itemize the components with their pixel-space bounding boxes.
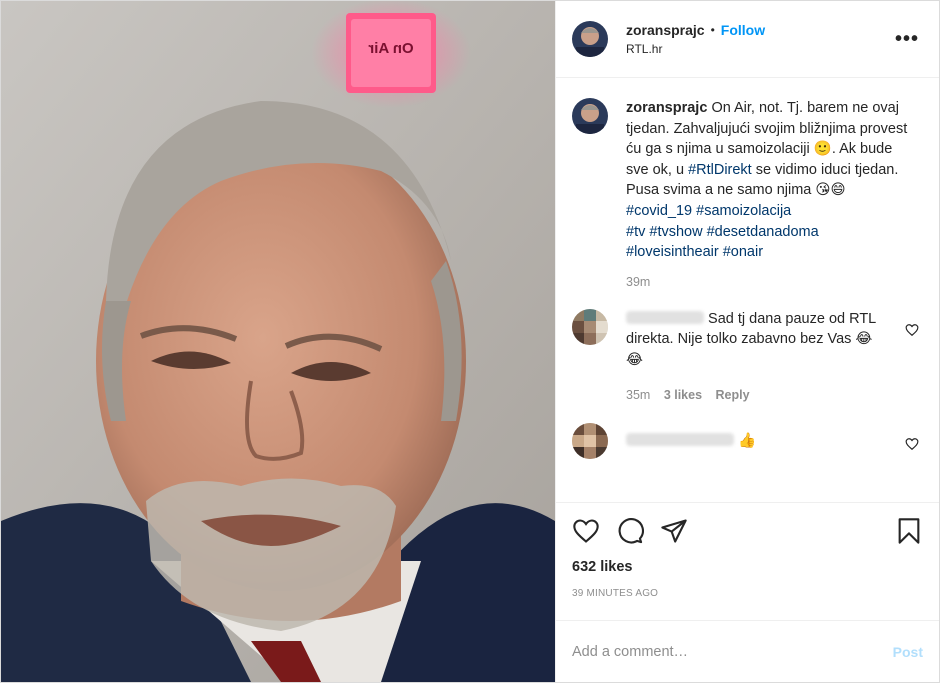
add-comment-input[interactable] xyxy=(572,643,893,660)
caption-username[interactable]: zoransprajc xyxy=(626,100,707,116)
comment-body: Sad tj dana pauze od RTL direkta. Nije t… xyxy=(626,309,876,405)
caption-timestamp: 39m xyxy=(626,274,651,289)
hashtag-link[interactable]: #onair xyxy=(723,244,763,260)
reply-button[interactable]: Reply xyxy=(716,388,750,402)
share-paper-plane-icon[interactable] xyxy=(660,517,688,545)
commenter-avatar[interactable] xyxy=(572,308,608,345)
comment-bubble-icon[interactable] xyxy=(616,517,644,545)
hashtag-link[interactable]: #RtlDirekt xyxy=(688,162,752,178)
hashtag-link[interactable]: #desetdanadoma xyxy=(707,224,819,240)
comment-meta: 35m 3 likes Reply xyxy=(626,385,876,406)
author-username[interactable]: zoransprajc xyxy=(626,22,705,38)
comment-item: 👍 xyxy=(572,423,923,460)
add-comment-bar: Post xyxy=(556,620,939,682)
post-comment-button[interactable]: Post xyxy=(893,644,923,660)
like-heart-icon[interactable] xyxy=(572,517,600,545)
hashtag-link[interactable]: #covid_19 xyxy=(626,203,692,219)
comment-like-icon[interactable] xyxy=(905,323,919,337)
post-actions: 632 likes 39 MINUTES AGO xyxy=(556,502,939,620)
instagram-post: On Air zoransprajc • Follow RTL.hr ••• z… xyxy=(0,0,940,683)
hashtag-link[interactable]: #tvshow xyxy=(649,224,702,240)
more-options-icon[interactable]: ••• xyxy=(895,28,923,51)
comment-like-icon[interactable] xyxy=(905,437,919,451)
comments-section[interactable]: zoransprajc On Air, not. Tj. barem ne ov… xyxy=(556,78,939,502)
comment-body: 👍 xyxy=(626,423,876,459)
action-icons xyxy=(572,503,923,559)
commenter-avatar[interactable] xyxy=(572,423,608,460)
follow-button[interactable]: Follow xyxy=(721,22,765,38)
comment-likes[interactable]: 3 likes xyxy=(664,388,702,402)
post-caption: zoransprajc On Air, not. Tj. barem ne ov… xyxy=(572,98,923,263)
svg-text:On Air: On Air xyxy=(368,40,413,57)
comment-text: 👍 xyxy=(738,433,757,450)
save-bookmark-icon[interactable] xyxy=(895,517,923,545)
hashtag-link[interactable]: #loveisintheair xyxy=(626,244,719,260)
likes-count[interactable]: 632 likes xyxy=(572,559,923,575)
post-photo[interactable]: On Air xyxy=(1,1,555,682)
hashtag-link[interactable]: #samoizolacija xyxy=(696,203,791,219)
commenter-username-blurred[interactable] xyxy=(626,433,734,447)
location-link[interactable]: RTL.hr xyxy=(626,42,895,56)
separator-dot: • xyxy=(710,23,715,37)
commenter-username-blurred[interactable] xyxy=(626,310,704,324)
caption-avatar[interactable] xyxy=(572,98,608,134)
post-header: zoransprajc • Follow RTL.hr ••• xyxy=(556,1,939,78)
hashtag-link[interactable]: #tv xyxy=(626,224,645,240)
header-text: zoransprajc • Follow RTL.hr xyxy=(626,22,895,56)
selfie-illustration: On Air xyxy=(1,1,555,682)
comment-item: Sad tj dana pauze od RTL direkta. Nije t… xyxy=(572,308,923,405)
caption-text: zoransprajc On Air, not. Tj. barem ne ov… xyxy=(626,98,916,263)
post-side-panel: zoransprajc • Follow RTL.hr ••• zoranspr… xyxy=(555,1,939,682)
post-timestamp[interactable]: 39 MINUTES AGO xyxy=(572,588,923,599)
comment-time: 35m xyxy=(626,387,651,402)
author-avatar[interactable] xyxy=(572,21,608,57)
